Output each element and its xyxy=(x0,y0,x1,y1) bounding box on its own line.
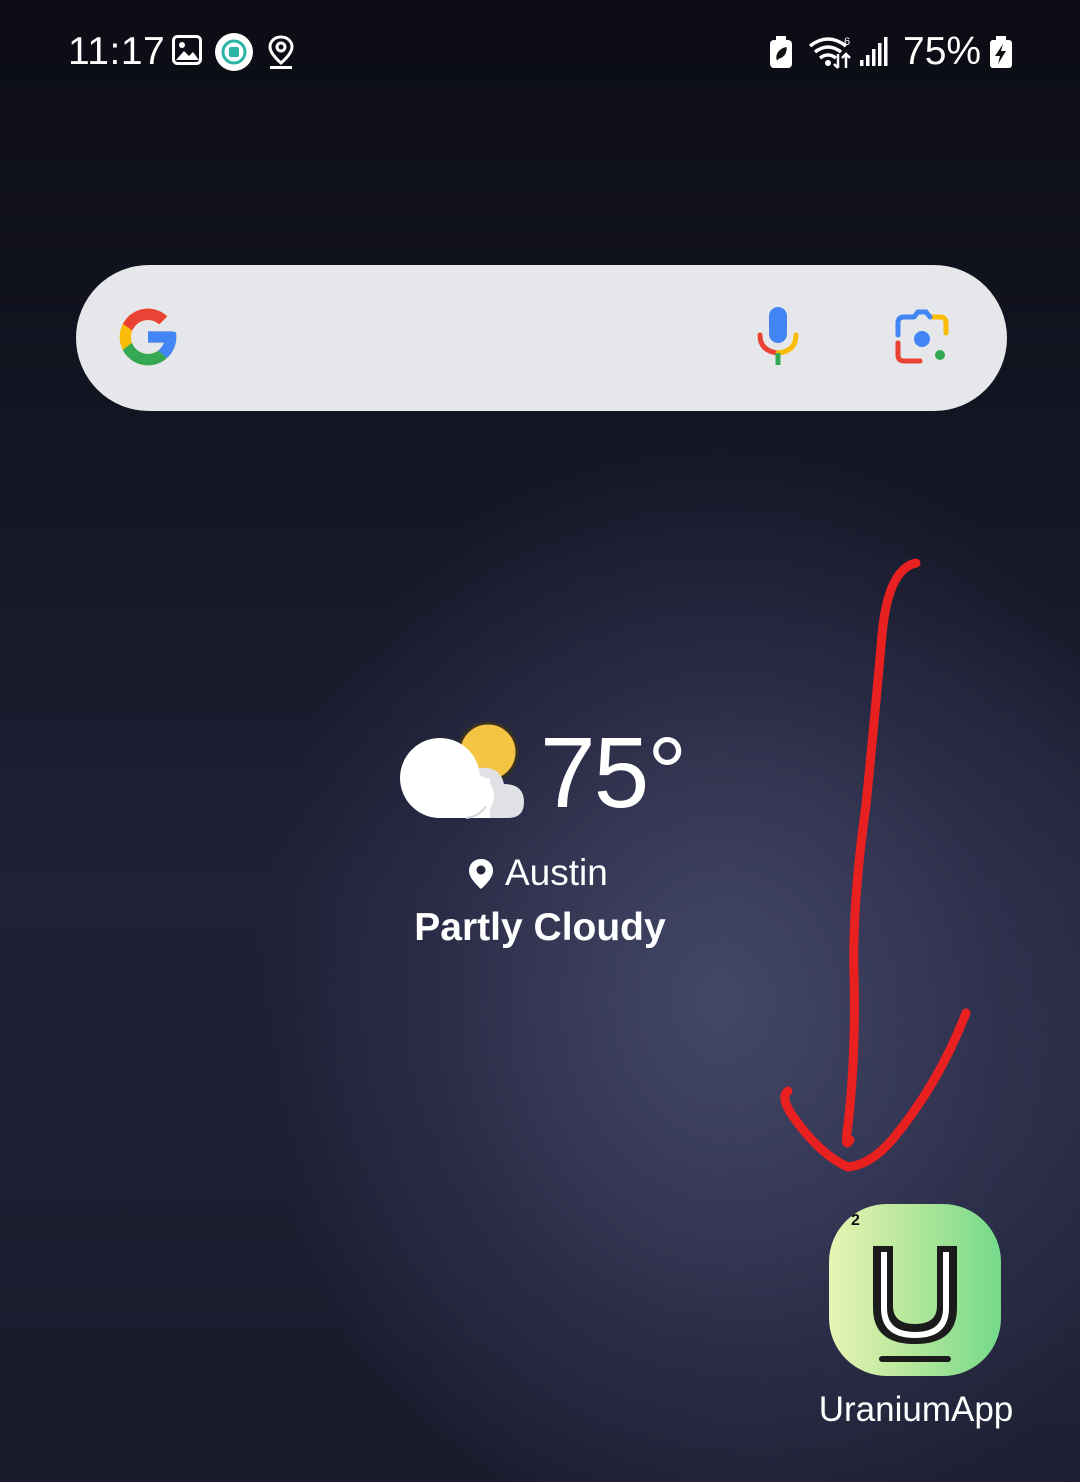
battery-percentage: 75% xyxy=(903,30,982,73)
battery-charging-icon xyxy=(989,36,1013,75)
battery-saver-icon xyxy=(768,36,794,75)
google-logo xyxy=(114,303,182,376)
notification-badge: 2 xyxy=(851,1212,860,1229)
gallery-icon xyxy=(172,34,202,71)
partly-cloudy-icon xyxy=(400,720,528,829)
annotation-arrow xyxy=(780,558,971,1172)
voice-search-mic-icon[interactable] xyxy=(754,305,802,374)
uranium-u-logo xyxy=(865,1242,965,1371)
location-pin-icon xyxy=(468,858,494,895)
clock: 11:17 xyxy=(68,30,166,73)
svg-text:6: 6 xyxy=(844,36,850,48)
app-notification-icon xyxy=(214,32,254,77)
uranium-app-icon[interactable]: 2 xyxy=(829,1204,1001,1376)
wifi-icon: 6 xyxy=(806,34,854,75)
temperature: 75° xyxy=(540,717,687,829)
google-search-bar[interactable] xyxy=(76,265,1007,411)
app-label: UraniumApp xyxy=(818,1390,1014,1429)
weather-city: Austin xyxy=(505,852,608,893)
signal-icon xyxy=(858,36,890,73)
location-icon xyxy=(266,34,296,75)
status-bar: 11:17 6 75% xyxy=(0,0,1080,110)
google-lens-icon[interactable] xyxy=(892,309,952,374)
